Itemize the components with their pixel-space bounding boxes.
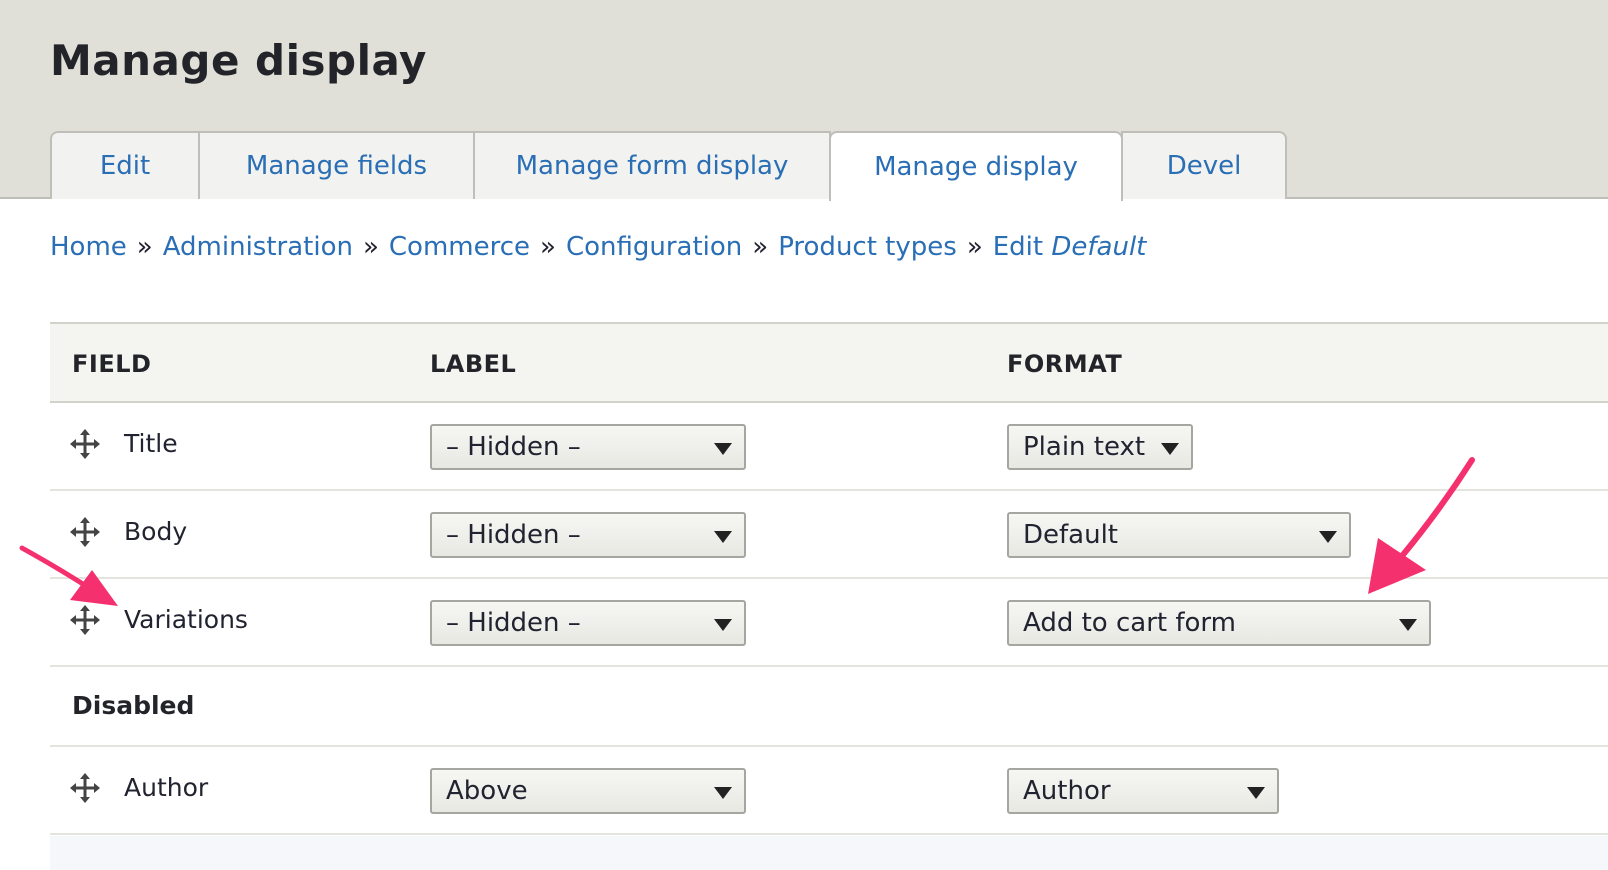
label-select-title[interactable]: – Hidden – <box>430 424 746 470</box>
breadcrumb-home-link[interactable]: Home <box>50 232 127 262</box>
caret-down-icon <box>1319 531 1337 543</box>
field-name-author: Author <box>124 773 209 802</box>
move-arrows-icon[interactable] <box>70 605 100 635</box>
breadcrumb-product-types-link[interactable]: Product types <box>778 232 957 262</box>
table-row: Author Above Author <box>50 747 1608 835</box>
tab-manage-form-display[interactable]: Manage form display <box>473 131 831 199</box>
select-value: Default <box>1023 520 1118 550</box>
format-select-variations[interactable]: Add to cart form <box>1007 600 1431 646</box>
caret-down-icon <box>1399 619 1417 631</box>
table-footer-strip <box>50 836 1608 870</box>
breadcrumb-separator: » <box>362 232 379 262</box>
format-select-title[interactable]: Plain text <box>1007 424 1193 470</box>
caret-down-icon <box>1161 443 1179 455</box>
move-arrows-icon[interactable] <box>70 429 100 459</box>
primary-tabs: Edit Manage fields Manage form display M… <box>50 131 1287 201</box>
page-header: Manage display Edit Manage fields Manage… <box>0 0 1608 201</box>
format-select-body[interactable]: Default <box>1007 512 1351 558</box>
move-arrows-icon[interactable] <box>70 773 100 803</box>
format-select-author[interactable]: Author <box>1007 768 1279 814</box>
column-header-field: FIELD <box>72 350 152 378</box>
tab-manage-fields[interactable]: Manage fields <box>198 131 475 199</box>
select-value: Plain text <box>1023 432 1146 462</box>
region-title-disabled: Disabled <box>72 691 195 720</box>
caret-down-icon <box>714 443 732 455</box>
table-header: FIELD LABEL FORMAT <box>50 322 1608 403</box>
select-value: Above <box>446 776 528 806</box>
select-value: – Hidden – <box>446 432 581 462</box>
select-value: – Hidden – <box>446 520 581 550</box>
caret-down-icon <box>714 787 732 799</box>
breadcrumb-configuration-link[interactable]: Configuration <box>566 232 742 262</box>
label-select-body[interactable]: – Hidden – <box>430 512 746 558</box>
move-arrows-icon[interactable] <box>70 517 100 547</box>
breadcrumb-edit-default-link[interactable]: Edit Default <box>993 232 1147 262</box>
label-select-variations[interactable]: – Hidden – <box>430 600 746 646</box>
table-row: Body – Hidden – Default <box>50 491 1608 579</box>
caret-down-icon <box>714 619 732 631</box>
breadcrumb-administration-link[interactable]: Administration <box>163 232 353 262</box>
breadcrumb: Home » Administration » Commerce » Configurati… <box>50 232 1146 262</box>
field-name-title: Title <box>124 429 178 458</box>
column-header-label: LABEL <box>430 350 517 378</box>
breadcrumb-edit-prefix: Edit <box>992 232 1044 262</box>
tab-manage-display[interactable]: Manage display <box>829 131 1123 201</box>
breadcrumb-separator: » <box>540 232 556 262</box>
select-value: Author <box>1023 776 1111 806</box>
label-select-author[interactable]: Above <box>430 768 746 814</box>
breadcrumb-commerce-link[interactable]: Commerce <box>389 232 530 262</box>
breadcrumb-separator: » <box>136 232 153 262</box>
select-value: Add to cart form <box>1023 608 1236 638</box>
breadcrumb-separator: » <box>966 232 983 262</box>
tab-edit[interactable]: Edit <box>50 131 200 199</box>
field-name-body: Body <box>124 517 188 546</box>
select-value: – Hidden – <box>446 608 581 638</box>
table-row: Title – Hidden – Plain text <box>50 403 1608 491</box>
table-row: Variations – Hidden – Add to cart form <box>50 579 1608 667</box>
caret-down-icon <box>714 531 732 543</box>
breadcrumb-edit-emphasis: Default <box>1051 232 1147 262</box>
field-name-variations: Variations <box>124 605 248 634</box>
column-header-format: FORMAT <box>1007 350 1123 378</box>
page-title: Manage display <box>50 36 427 85</box>
caret-down-icon <box>1247 787 1265 799</box>
display-fields-table: FIELD LABEL FORMAT Title – Hidden – Plai… <box>50 322 1608 835</box>
breadcrumb-separator: » <box>752 232 769 262</box>
tab-devel[interactable]: Devel <box>1121 131 1287 199</box>
region-disabled: Disabled <box>50 667 1608 747</box>
